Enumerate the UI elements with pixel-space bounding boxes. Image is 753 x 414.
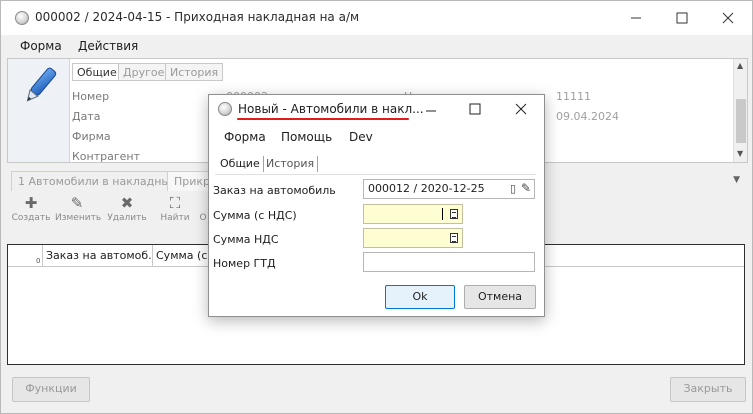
pen-icon: [26, 67, 57, 102]
scroll-down-icon[interactable]: ▼: [737, 149, 743, 158]
app-icon: [15, 11, 29, 25]
main-menu-bar: Форма Действия: [1, 35, 752, 57]
dialog-menu-bar: Форма Помощь Dev: [209, 125, 544, 149]
pencil-icon: ✎: [70, 194, 84, 212]
label-car-order: Заказ на автомобиль: [213, 184, 336, 197]
pencil-edit-icon[interactable]: ✎: [521, 181, 531, 195]
new-car-dialog: Новый - Автомобили в накл... Форма Помощ…: [208, 94, 545, 317]
grid-col-sum-vat[interactable]: Сумма (с Н: [153, 245, 213, 267]
calculator-icon[interactable]: [450, 233, 458, 243]
dialog-menu-dev[interactable]: Dev: [349, 130, 373, 144]
main-window-title: 000002 / 2024-04-15 - Приходная накладна…: [35, 10, 360, 24]
dialog-app-icon: [218, 102, 232, 116]
text-caret: [442, 208, 443, 220]
close-icon: [722, 12, 734, 24]
close-form-button[interactable]: Закрыть: [670, 377, 746, 402]
vat-sum-input[interactable]: [363, 228, 463, 248]
tab-cars-in-invoices[interactable]: 1 Автомобили в накладных: [11, 171, 184, 191]
scroll-thumb[interactable]: [736, 99, 746, 143]
dialog-close-button[interactable]: [499, 95, 543, 125]
minimize-icon: [426, 110, 436, 112]
calculator-icon[interactable]: [450, 209, 458, 219]
close-button[interactable]: [705, 1, 751, 35]
ok-button[interactable]: Ok: [385, 285, 455, 309]
dialog-title-bar: Новый - Автомобили в накл...: [209, 95, 544, 125]
label-sum-with-vat: Сумма (с НДС): [213, 209, 297, 222]
delete-x-icon: ✖: [120, 194, 134, 212]
dialog-tab-history[interactable]: История: [263, 156, 319, 172]
grid-col-order[interactable]: Заказ на автомоб...: [43, 245, 153, 267]
edit-mode-indicator: [8, 59, 70, 162]
close-icon: [515, 103, 527, 115]
gtd-number-input[interactable]: [363, 252, 535, 272]
scroll-up-icon[interactable]: ▲: [737, 61, 743, 70]
menu-actions[interactable]: Действия: [78, 39, 138, 53]
main-title-bar: 000002 / 2024-04-15 - Приходная накладна…: [1, 1, 752, 35]
dialog-title: Новый - Автомобили в накл...: [238, 102, 424, 116]
dialog-menu-help[interactable]: Помощь: [281, 130, 332, 144]
label-gtd-number: Номер ГТД: [213, 257, 276, 270]
grid-row-count: 0: [36, 257, 41, 265]
tabs-dropdown-icon[interactable]: ▼: [733, 175, 740, 185]
car-order-field[interactable]: 000012 / 2020-12-25 ▯ ✎: [363, 179, 535, 199]
dialog-minimize-button[interactable]: [409, 95, 453, 125]
tab-other[interactable]: Другое: [118, 63, 170, 81]
dialog-tabs: Общие История: [215, 153, 536, 175]
edit-button[interactable]: ✎ Изменить: [55, 193, 101, 231]
tab-general[interactable]: Общие: [72, 63, 122, 81]
value-supplier-doc-date: 09.04.2024: [556, 110, 619, 123]
functions-button[interactable]: Функции: [12, 377, 90, 402]
binoculars-icon: ⛶: [169, 194, 181, 212]
label-firm: Фирма: [72, 130, 111, 143]
dialog-maximize-button[interactable]: [453, 95, 497, 125]
car-order-value: 000012 / 2020-12-25: [368, 182, 485, 195]
tab-history[interactable]: История: [165, 63, 224, 81]
title-highlight-underline: [237, 118, 409, 120]
find-button[interactable]: ⛶ Найти: [153, 193, 197, 231]
dialog-menu-form[interactable]: Форма: [224, 130, 266, 144]
minimize-button[interactable]: [613, 1, 659, 35]
minimize-icon: [631, 17, 641, 19]
label-counterparty: Контрагент: [72, 150, 141, 163]
plus-icon: ✚: [24, 194, 38, 212]
maximize-button[interactable]: [659, 1, 705, 35]
book-icon[interactable]: ▯: [510, 182, 516, 195]
menu-form[interactable]: Форма: [20, 39, 62, 53]
cancel-button[interactable]: Отмена: [464, 285, 536, 309]
dialog-tab-general[interactable]: Общие: [217, 156, 264, 172]
delete-button[interactable]: ✖ Удалить: [105, 193, 149, 231]
maximize-icon: [469, 103, 481, 115]
value-supplier-doc-number: 11111: [556, 90, 591, 103]
create-button[interactable]: ✚ Создать: [9, 193, 53, 231]
maximize-icon: [676, 12, 688, 24]
label-vat-sum: Сумма НДС: [213, 233, 279, 246]
label-number: Номер: [72, 90, 110, 103]
sum-with-vat-input[interactable]: [363, 204, 463, 224]
label-date: Дата: [72, 110, 101, 123]
header-scrollbar[interactable]: ▲ ▼: [733, 59, 747, 162]
